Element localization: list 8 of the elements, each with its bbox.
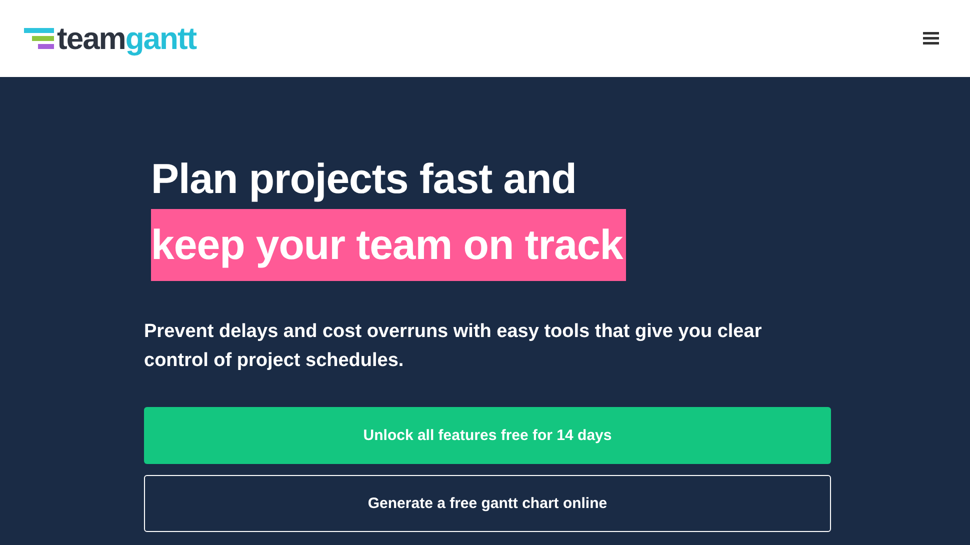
headline: Plan projects fast and [151,155,578,203]
logo[interactable]: teamgantt [24,20,196,56]
logo-text: teamgantt [57,20,196,56]
menu-icon[interactable] [923,32,939,45]
logo-icon [24,28,54,50]
headline-highlight: keep your team on track [151,209,626,281]
subtitle: Prevent delays and cost overruns with easy tools that give you clear control of project schedules. [144,320,763,373]
generate-button[interactable]: Generate a free gantt chart online [144,475,831,532]
